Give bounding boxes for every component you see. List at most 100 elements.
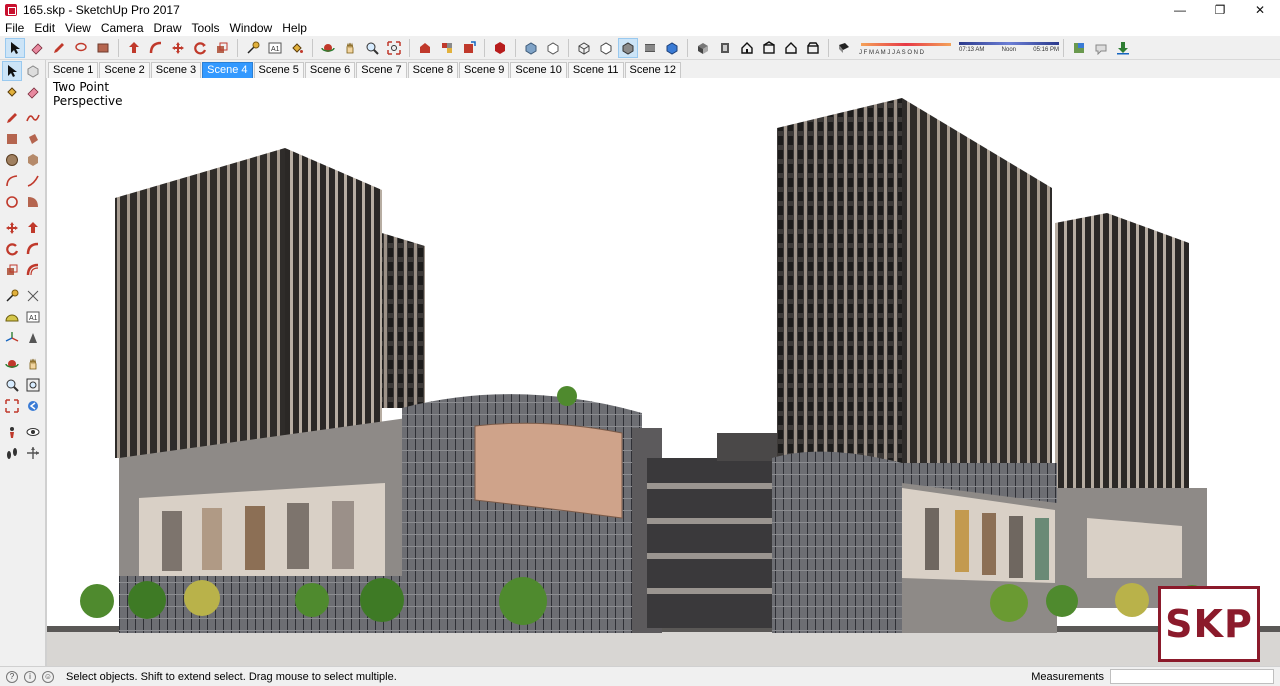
download-button[interactable] (1113, 38, 1133, 58)
palette-move-button[interactable] (2, 218, 22, 238)
palette-zoom-window-button[interactable] (23, 375, 43, 395)
rectangle-tool-button[interactable] (93, 38, 113, 58)
palette-eraser-button[interactable] (23, 82, 43, 102)
rotate-tool-button[interactable] (190, 38, 210, 58)
follow-me-tool-button[interactable] (146, 38, 166, 58)
palette-position-camera-button[interactable] (2, 422, 22, 442)
paint-bucket-button[interactable] (287, 38, 307, 58)
extension-button[interactable] (1091, 38, 1111, 58)
warehouse-button[interactable] (415, 38, 435, 58)
measurements-input[interactable] (1110, 669, 1274, 684)
textured-style-button[interactable] (640, 38, 660, 58)
maximize-button[interactable]: ❐ (1200, 0, 1240, 20)
back-edges-button[interactable] (543, 38, 563, 58)
palette-followme-button[interactable] (23, 239, 43, 259)
scene-tab-11[interactable]: Scene 11 (567, 62, 624, 78)
push-pull-tool-button[interactable] (124, 38, 144, 58)
scene-tab-3[interactable]: Scene 3 (150, 62, 202, 78)
palette-3dtext-button[interactable] (23, 328, 43, 348)
palette-axes-button[interactable] (2, 328, 22, 348)
scene-tab-2[interactable]: Scene 2 (99, 62, 150, 78)
menu-help[interactable]: Help (277, 20, 312, 36)
shadows-toggle-button[interactable] (834, 38, 854, 58)
menu-camera[interactable]: Camera (96, 20, 149, 36)
palette-arc-button[interactable] (2, 171, 22, 191)
palette-rectangle-button[interactable] (2, 129, 22, 149)
palette-text-button[interactable]: A1 (23, 307, 43, 327)
palette-dimension-button[interactable] (23, 286, 43, 306)
palette-select-button[interactable] (2, 60, 22, 81)
scene-tab-4[interactable]: Scene 4 (202, 62, 253, 78)
shaded-style-button[interactable] (618, 37, 638, 58)
shadow-date-slider[interactable]: J F M A M J J A S O N D (859, 40, 951, 56)
scene-tab-8[interactable]: Scene 8 (407, 62, 458, 78)
back-view-button[interactable] (781, 38, 801, 58)
zoom-extents-button[interactable] (384, 38, 404, 58)
scene-tab-9[interactable]: Scene 9 (459, 62, 510, 78)
palette-rotate-button[interactable] (2, 239, 22, 259)
credits-status-icon[interactable]: i (24, 670, 36, 683)
menu-view[interactable]: View (60, 20, 96, 36)
palette-component-button[interactable] (23, 61, 43, 81)
menu-file[interactable]: File (0, 20, 29, 36)
palette-zoom-extents-button[interactable] (2, 396, 22, 416)
palette-look-around-button[interactable] (23, 422, 43, 442)
top-view-button[interactable] (715, 38, 735, 58)
palette-circle-button[interactable] (2, 150, 22, 170)
eraser-tool-button[interactable] (27, 38, 47, 58)
palette-tape-button[interactable] (2, 286, 22, 306)
move-tool-button[interactable] (168, 38, 188, 58)
palette-polygon-button[interactable] (23, 150, 43, 170)
palette-pan-button[interactable] (23, 354, 43, 374)
palette-freehand-button[interactable] (23, 108, 43, 128)
tape-measure-button[interactable] (243, 38, 263, 58)
scale-tool-button[interactable] (212, 38, 232, 58)
menu-edit[interactable]: Edit (29, 20, 60, 36)
palette-3pt-arc-button[interactable] (2, 192, 22, 212)
palette-paint-button[interactable] (2, 82, 22, 102)
scene-tab-6[interactable]: Scene 6 (304, 62, 356, 78)
palette-previous-button[interactable] (23, 396, 43, 416)
monochrome-style-button[interactable] (662, 38, 682, 58)
palette-offset-button[interactable] (23, 260, 43, 280)
palette-2pt-arc-button[interactable] (23, 171, 43, 191)
palette-pushpull-button[interactable] (23, 218, 43, 238)
menu-draw[interactable]: Draw (149, 20, 187, 36)
scene-tab-7[interactable]: Scene 7 (356, 62, 407, 78)
zoom-button[interactable] (362, 38, 382, 58)
scene-tab-1[interactable]: Scene 1 (48, 62, 99, 78)
scene-tab-12[interactable]: Scene 12 (624, 62, 682, 78)
xray-button[interactable] (521, 38, 541, 58)
menu-tools[interactable]: Tools (187, 20, 225, 36)
palette-scale-button[interactable] (2, 260, 22, 280)
scene-tab-5[interactable]: Scene 5 (253, 62, 304, 78)
pencil-tool-button[interactable] (49, 38, 69, 58)
geolocation-button[interactable] (1069, 38, 1089, 58)
palette-zoom-button[interactable] (2, 375, 22, 395)
text-tool-button[interactable]: A1 (265, 38, 285, 58)
palette-walk-button[interactable] (2, 443, 22, 463)
scene-tab-10[interactable]: Scene 10 (510, 62, 567, 78)
share-model-button[interactable] (459, 38, 479, 58)
model-viewport[interactable]: Two Point Perspective SKP (46, 78, 1280, 666)
components-button[interactable] (437, 38, 457, 58)
iso-view-button[interactable] (693, 38, 713, 58)
orbit-button[interactable] (318, 38, 338, 58)
right-view-button[interactable] (759, 38, 779, 58)
palette-protractor-button[interactable] (2, 307, 22, 327)
extension-warehouse-button[interactable] (490, 38, 510, 58)
select-tool-button[interactable] (5, 37, 25, 58)
close-button[interactable]: ✕ (1240, 0, 1280, 20)
pan-button[interactable] (340, 38, 360, 58)
geo-location-status-icon[interactable]: ? (6, 670, 18, 683)
palette-orbit-button[interactable] (2, 354, 22, 374)
palette-line-button[interactable] (2, 108, 22, 128)
palette-pie-button[interactable] (23, 192, 43, 212)
wireframe-style-button[interactable] (574, 38, 594, 58)
palette-rotated-rect-button[interactable] (23, 129, 43, 149)
hidden-line-style-button[interactable] (596, 38, 616, 58)
lasso-tool-button[interactable] (71, 38, 91, 58)
minimize-button[interactable]: — (1160, 0, 1200, 20)
user-status-icon[interactable]: ☺ (42, 670, 54, 683)
palette-section-plane-button[interactable] (23, 443, 43, 463)
